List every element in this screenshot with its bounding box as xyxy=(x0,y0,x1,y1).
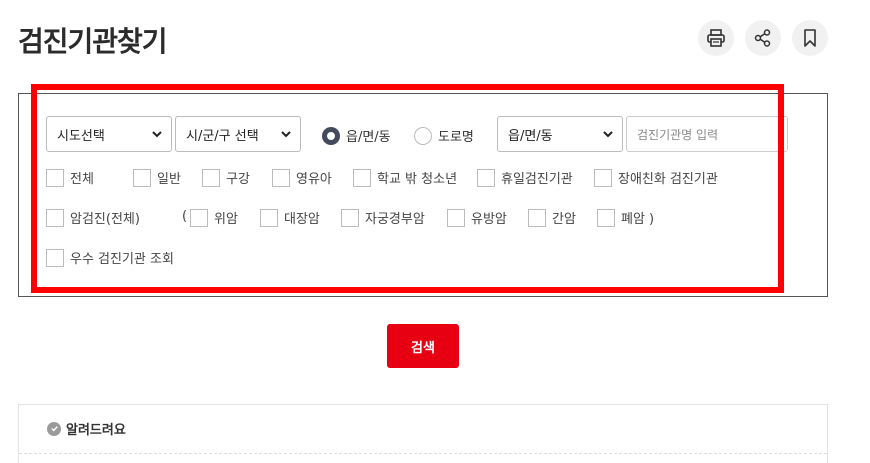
notice-panel: 알려드려요 xyxy=(18,404,828,463)
checkbox-all[interactable]: 전체 xyxy=(46,168,94,187)
divider xyxy=(19,453,827,454)
checkbox-icon xyxy=(353,168,371,187)
bookmark-button[interactable] xyxy=(792,20,828,56)
checkbox-label: 유방암 xyxy=(471,212,507,227)
checkbox-icon xyxy=(46,168,64,187)
print-button[interactable] xyxy=(698,20,734,56)
checkbox-cancer-all[interactable]: 암검진(전체) xyxy=(46,208,140,227)
checkbox-label: 간암 xyxy=(552,212,576,227)
sido-select-value: 시도선택 xyxy=(57,128,105,144)
institution-name-input[interactable]: 검진기관명 입력 xyxy=(626,116,788,152)
checkbox-icon xyxy=(46,248,64,267)
checkbox-icon xyxy=(272,168,290,187)
check-circle-icon xyxy=(47,421,61,436)
checkbox-icon xyxy=(341,208,359,227)
radio-emd-label: 읍/면/동 xyxy=(346,130,391,145)
checkbox-out-of-school-youth[interactable]: 학교 밖 청소년 xyxy=(353,168,457,187)
checkbox-icon xyxy=(594,168,612,187)
checkbox-oral[interactable]: 구강 xyxy=(202,168,250,187)
checkbox-label: 자궁경부암 xyxy=(365,212,425,227)
institution-name-placeholder: 검진기관명 입력 xyxy=(637,127,719,142)
chevron-down-icon xyxy=(603,131,613,138)
checkbox-icon xyxy=(528,208,546,227)
checkbox-icon xyxy=(260,208,278,227)
checkbox-label: 우수 검진기관 조회 xyxy=(70,252,174,267)
radio-road-label: 도로명 xyxy=(438,130,474,145)
checkbox-icon xyxy=(477,168,495,187)
checkbox-label: 위암 xyxy=(214,212,238,227)
checkbox-lung-cancer[interactable]: 폐암 ) xyxy=(597,208,654,227)
sigungu-select-value: 시/군/구 선택 xyxy=(186,128,259,144)
checkbox-icon xyxy=(133,168,151,187)
paren-open: ( xyxy=(182,209,188,224)
notice-title-text: 알려드려요 xyxy=(66,423,126,438)
checkbox-disability-friendly[interactable]: 장애친화 검진기관 xyxy=(594,168,718,187)
emd-select-value: 읍/면/동 xyxy=(508,128,553,144)
printer-icon xyxy=(707,29,725,47)
checkbox-label: 일반 xyxy=(157,172,181,187)
checkbox-icon xyxy=(597,208,615,227)
sido-select[interactable]: 시도선택 xyxy=(46,116,172,152)
radio-road[interactable]: 도로명 xyxy=(414,126,474,145)
checkbox-liver-cancer[interactable]: 간암 xyxy=(528,208,576,227)
sigungu-select[interactable]: 시/군/구 선택 xyxy=(175,116,301,152)
checkbox-label: 전체 xyxy=(70,172,94,187)
checkbox-icon xyxy=(190,208,208,227)
checkbox-label: 휴일검진기관 xyxy=(501,172,573,187)
checkbox-colon-cancer[interactable]: 대장암 xyxy=(260,208,320,227)
checkbox-label: 암검진(전체) xyxy=(70,212,140,227)
checkbox-label: 폐암 ) xyxy=(621,212,655,227)
emd-select[interactable]: 읍/면/동 xyxy=(497,116,623,152)
checkbox-label: 구강 xyxy=(226,172,250,187)
radio-unselected-icon xyxy=(414,126,432,145)
checkbox-label: 장애친화 검진기관 xyxy=(618,172,718,187)
search-button[interactable]: 검색 xyxy=(387,324,459,368)
checkbox-breast-cancer[interactable]: 유방암 xyxy=(447,208,507,227)
share-icon xyxy=(754,29,771,47)
chevron-down-icon xyxy=(152,131,162,138)
radio-selected-icon xyxy=(322,126,340,145)
checkbox-cervical-cancer[interactable]: 자궁경부암 xyxy=(341,208,425,227)
checkbox-excellent-institution[interactable]: 우수 검진기관 조회 xyxy=(46,248,174,267)
notice-title: 알려드려요 xyxy=(47,419,126,438)
chevron-down-icon xyxy=(281,131,291,138)
checkbox-infant[interactable]: 영유아 xyxy=(272,168,332,187)
checkbox-holiday[interactable]: 휴일검진기관 xyxy=(477,168,573,187)
checkbox-general[interactable]: 일반 xyxy=(133,168,181,187)
page-title: 검진기관찾기 xyxy=(18,25,168,58)
share-button[interactable] xyxy=(745,20,781,56)
checkbox-icon xyxy=(202,168,220,187)
checkbox-label: 영유아 xyxy=(296,172,332,187)
checkbox-label: 학교 밖 청소년 xyxy=(377,172,458,187)
checkbox-stomach-cancer[interactable]: 위암 xyxy=(190,208,238,227)
checkbox-icon xyxy=(46,208,64,227)
radio-emd[interactable]: 읍/면/동 xyxy=(322,126,391,145)
bookmark-icon xyxy=(804,29,816,47)
checkbox-label: 대장암 xyxy=(284,212,320,227)
checkbox-icon xyxy=(447,208,465,227)
